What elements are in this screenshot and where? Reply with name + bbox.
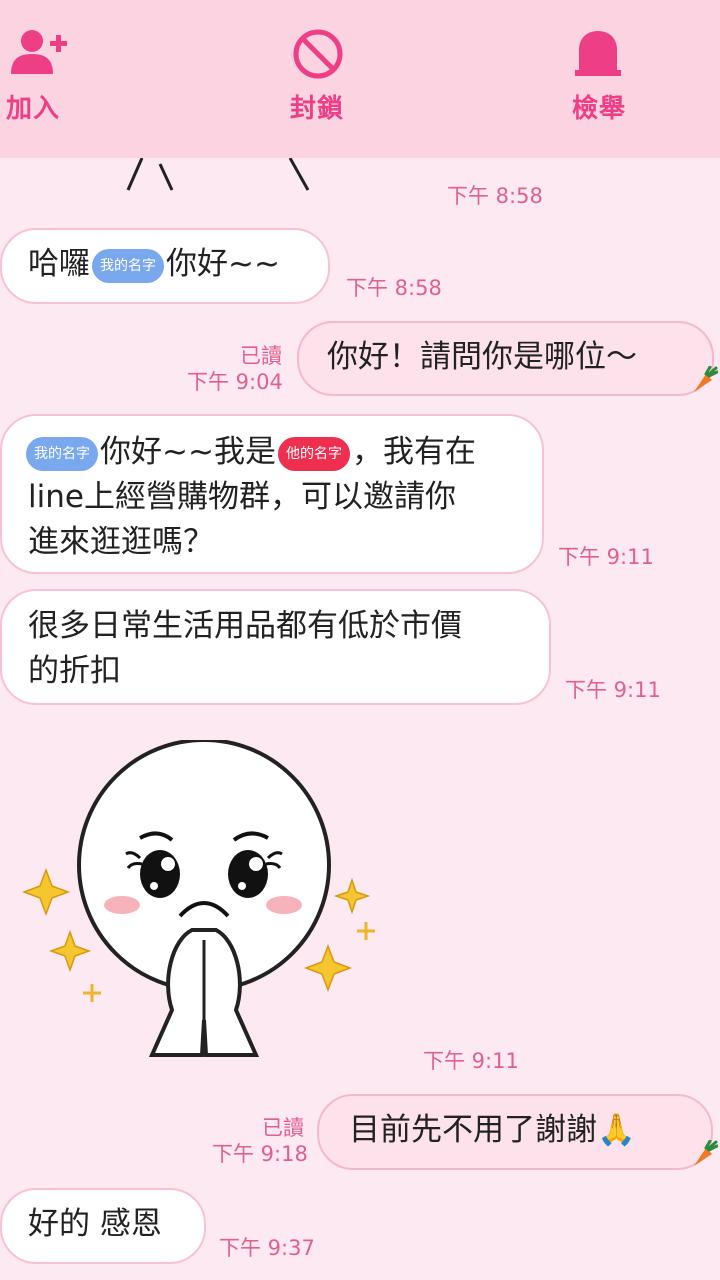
message-bubble-incoming[interactable]: 我的名字 你好~~我是 他的名字 ，我有在 line上經營購物群，可以邀請你 進來逛逛… [0,414,544,574]
message-text: 你好~~ [166,246,280,282]
message-text: ，我有在 [351,434,476,470]
report-bell-icon [575,31,621,76]
message-bubble-outgoing[interactable]: 你好！請問你是哪位～ [297,321,714,396]
message-text: 目前先不用了謝謝 [349,1112,597,1148]
message-time: 下午 8:58 [447,184,543,208]
add-label: 加入 [6,94,61,124]
report-button[interactable]: 檢舉 [560,0,640,158]
message-line: line上經營購物群，可以邀請你 [28,479,456,515]
name-redaction-tag: 我的名字 [92,248,164,283]
block-button[interactable]: 封鎖 [280,0,360,158]
block-icon [293,29,343,79]
sticker-message[interactable] [21,738,382,1070]
sticker-partial [120,158,320,193]
message-text: 好的 感恩 [28,1206,162,1242]
name-redaction-tag: 我的名字 [26,436,98,471]
message-bubble-incoming[interactable]: 很多日常生活用品都有低於市價 的折扣 [0,589,551,705]
pray-emoji-icon: 🙏 [597,1112,636,1148]
pleading-sticker-icon [21,738,375,1057]
message-bubble-outgoing[interactable]: 目前先不用了謝謝🙏 [317,1094,713,1170]
block-label: 封鎖 [290,94,345,124]
message-time: 下午 9:11 [423,1049,519,1073]
action-bar: 加入 封鎖 檢舉 [0,0,720,158]
message-time: 下午 9:11 [558,545,654,569]
message-bubble-incoming[interactable]: 好的 感恩 [0,1188,206,1264]
message-text: 你好！請問你是哪位～ [327,339,637,375]
carrot-icon [694,1140,718,1166]
message-line: 進來逛逛嗎？ [28,524,214,560]
message-line: 的折扣 [28,653,121,689]
add-friend-icon [11,30,67,74]
message-time: 下午 8:58 [346,276,442,300]
message-line: 我的名字 你好~~我是 他的名字 ，我有在 [24,430,542,475]
report-label: 檢舉 [572,94,627,124]
message-time: 下午 9:37 [219,1236,315,1260]
carrot-icon [694,366,718,392]
message-time: 下午 9:04 [187,370,283,394]
message-time: 下午 9:18 [212,1142,308,1166]
name-redaction-tag: 他的名字 [277,436,350,471]
add-friend-button[interactable]: 加入 [0,0,67,158]
message-line: 很多日常生活用品都有低於市價 [28,608,462,644]
message-text: 你好~~我是 [100,434,276,470]
message-bubble-incoming[interactable]: 哈囉 我的名字 你好~~ [0,228,330,304]
message-text: 哈囉 [28,246,90,282]
message-time: 下午 9:11 [565,678,661,702]
